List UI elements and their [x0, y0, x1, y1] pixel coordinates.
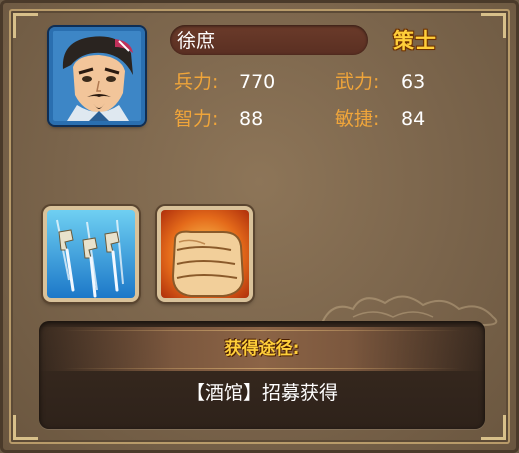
skill-slot-1[interactable] [43, 206, 139, 302]
intelligence-value: 88 [239, 108, 264, 130]
general-face-icon [53, 31, 141, 121]
general-portrait[interactable] [49, 27, 145, 125]
frame-corner-ornament [481, 13, 506, 38]
force-value: 63 [401, 71, 426, 93]
flying-swords-icon [47, 210, 135, 298]
acquisition-method: 【酒馆】招募获得 [185, 382, 338, 404]
header-divider [63, 330, 461, 331]
frame-corner-ornament [13, 13, 38, 38]
general-class-badge: 策士 [393, 29, 437, 53]
troops-value: 770 [239, 71, 276, 93]
intelligence-label: 智力: [174, 108, 219, 130]
force-label: 武力: [335, 71, 380, 93]
agility-value: 84 [401, 108, 426, 130]
general-info-panel: 徐庶 策士 兵力: 770 武力: 63 智力: 88 敏捷: 84 获得途径:… [0, 0, 519, 453]
fist-icon [161, 210, 249, 298]
agility-label: 敏捷: [335, 108, 380, 130]
acquisition-title: 获得途径: [224, 339, 300, 359]
skill-slot-2[interactable] [157, 206, 253, 302]
header-divider [63, 368, 461, 369]
troops-label: 兵力: [174, 71, 219, 93]
general-name: 徐庶 [177, 30, 216, 52]
frame-corner-ornament [13, 415, 38, 440]
